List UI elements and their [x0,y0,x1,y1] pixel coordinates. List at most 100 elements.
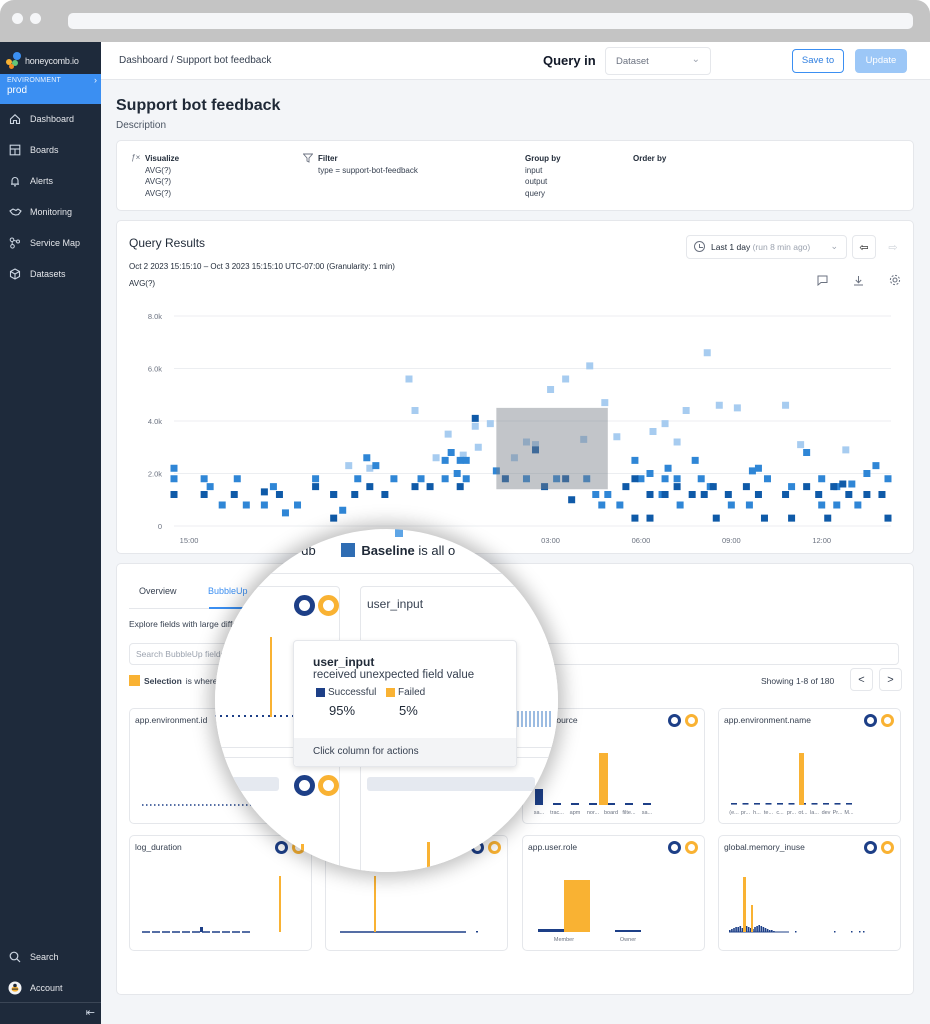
histogram-bar[interactable] [571,803,579,805]
histogram-bar[interactable] [599,753,608,805]
histogram-bar[interactable] [754,927,756,932]
prev-page-button[interactable]: < [850,668,873,691]
data-point-mid [872,462,880,470]
histogram-bar[interactable] [747,927,750,932]
filter-section[interactable]: Filter type = support-bot-feedback [318,153,418,176]
axis-label[interactable]: ot... [798,810,808,816]
histogram-bar[interactable] [846,803,852,805]
url-bar[interactable] [68,13,913,29]
histogram-bar[interactable] [589,803,597,805]
histogram-bar[interactable] [764,928,767,932]
browser-window: honeycomb.io ENVIRONMENT prod › Dashboar… [0,0,930,1024]
order-by-section[interactable]: Order by [633,153,666,165]
sidebar-item-dashboard[interactable]: Dashboard [0,107,101,131]
window-dot[interactable] [30,13,41,24]
histogram-bar[interactable] [743,877,746,932]
mini-histogram[interactable]: (e... pr... h... te... c... pr... ot... la... de… [719,729,902,825]
histogram-bar[interactable] [851,931,853,933]
sidebar-item-search[interactable]: Search [0,945,101,969]
sidebar-item-monitoring[interactable]: Monitoring [0,200,101,224]
histogram-bar[interactable] [733,928,735,932]
axis-label[interactable]: apm [570,810,581,816]
axis-label[interactable]: (e... [729,810,739,816]
sidebar-item-datasets[interactable]: Datasets [0,262,101,286]
histogram-bar[interactable] [795,931,797,933]
axis-label[interactable]: sa... [642,810,653,816]
axis-label[interactable]: pr... [741,810,751,816]
histogram-bar[interactable] [765,803,772,805]
data-point-light [661,420,669,428]
window-dot[interactable] [12,13,23,24]
histogram-bar[interactable] [758,925,760,932]
page-description[interactable]: Description [116,120,166,131]
save-to-button[interactable]: Save to [792,49,844,73]
histogram-bar[interactable] [643,803,651,805]
environment-switcher[interactable]: ENVIRONMENT prod › [0,74,101,104]
selection-bold: Selection [144,675,182,686]
axis-label[interactable]: board [604,810,618,816]
axis-label[interactable]: c... [776,810,784,816]
axis-label[interactable]: Owner [620,937,636,943]
histogram-bar[interactable] [823,803,829,805]
sidebar-item-account[interactable]: Account [0,976,101,1000]
sidebar-item-service-map[interactable]: Service Map [0,231,101,255]
next-page-button[interactable]: > [879,668,902,691]
mini-histogram[interactable] [719,856,902,952]
axis-label[interactable]: Member [554,937,574,943]
histogram-bar[interactable] [615,930,641,932]
histogram-bar[interactable] [777,803,783,805]
magnified-card[interactable] [360,757,558,872]
axis-label[interactable]: nor... [587,810,600,816]
histogram-bar[interactable] [739,926,742,932]
histogram-bar[interactable] [834,931,836,933]
histogram-bar[interactable] [625,803,633,805]
histogram-bar[interactable] [754,803,760,805]
axis-label[interactable]: pr... [787,810,797,816]
histogram-bar[interactable] [279,876,281,932]
histogram-bar[interactable] [799,753,804,805]
bubbleup-field-card[interactable]: app.environment.name (e... pr... h... te... c… [718,708,901,824]
tab-overview[interactable]: Overview [139,586,177,596]
histogram-bar[interactable] [538,929,564,932]
axis-label[interactable]: Pr... [833,810,843,816]
sidebar-item-boards[interactable]: Boards [0,138,101,162]
histogram-bar[interactable] [745,926,748,932]
histogram-bar[interactable] [735,927,737,932]
axis-label[interactable]: filte... [622,810,636,816]
histogram-bar[interactable] [737,927,739,932]
histogram-bar[interactable] [374,876,376,932]
histogram-bar[interactable] [200,927,203,932]
histogram-bar[interactable] [863,931,865,933]
histogram-bar[interactable] [751,905,753,932]
axis-label[interactable]: la... [810,810,819,816]
magnified-card[interactable] [215,757,340,872]
axis-label[interactable]: dev [822,810,831,816]
axis-label[interactable]: te... [764,810,774,816]
histogram-bar[interactable] [564,880,590,932]
logo[interactable]: honeycomb.io [6,50,79,72]
histogram-bar[interactable] [731,803,737,805]
sidebar-item-alerts[interactable]: Alerts [0,169,101,193]
visualize-section[interactable]: Visualize AVG(?) AVG(?) AVG(?) [145,153,179,199]
histogram-bar[interactable] [607,803,615,805]
axis-label[interactable]: M... [844,810,854,816]
histogram-bar[interactable] [811,803,818,805]
histogram-bar[interactable] [742,803,749,805]
breadcrumb[interactable]: Dashboard / Support bot feedback [119,55,271,66]
scatter-chart[interactable]: 02.0k4.0k6.0k8.0k15:00 03:00 06:00 09:00 12:… [117,221,915,555]
data-point-light [474,443,482,451]
update-button[interactable]: Update [855,49,907,73]
dataset-select[interactable]: Dataset ⌄ [605,47,711,75]
histogram-bar[interactable] [756,926,758,932]
histogram-bar[interactable] [834,803,841,805]
histogram-bar[interactable] [741,928,744,932]
histogram-bar[interactable] [859,931,861,933]
axis-label[interactable]: h... [753,810,761,816]
histogram-bar[interactable] [476,931,478,933]
histogram-bar[interactable] [760,926,763,932]
histogram-bar[interactable] [762,927,765,932]
collapse-sidebar-icon[interactable]: ⇤ [86,1006,95,1019]
histogram-bar[interactable] [788,803,795,805]
bubbleup-field-card[interactable]: global.memory_inuse [718,835,901,951]
group-by-section[interactable]: Group by input output query [525,153,561,199]
